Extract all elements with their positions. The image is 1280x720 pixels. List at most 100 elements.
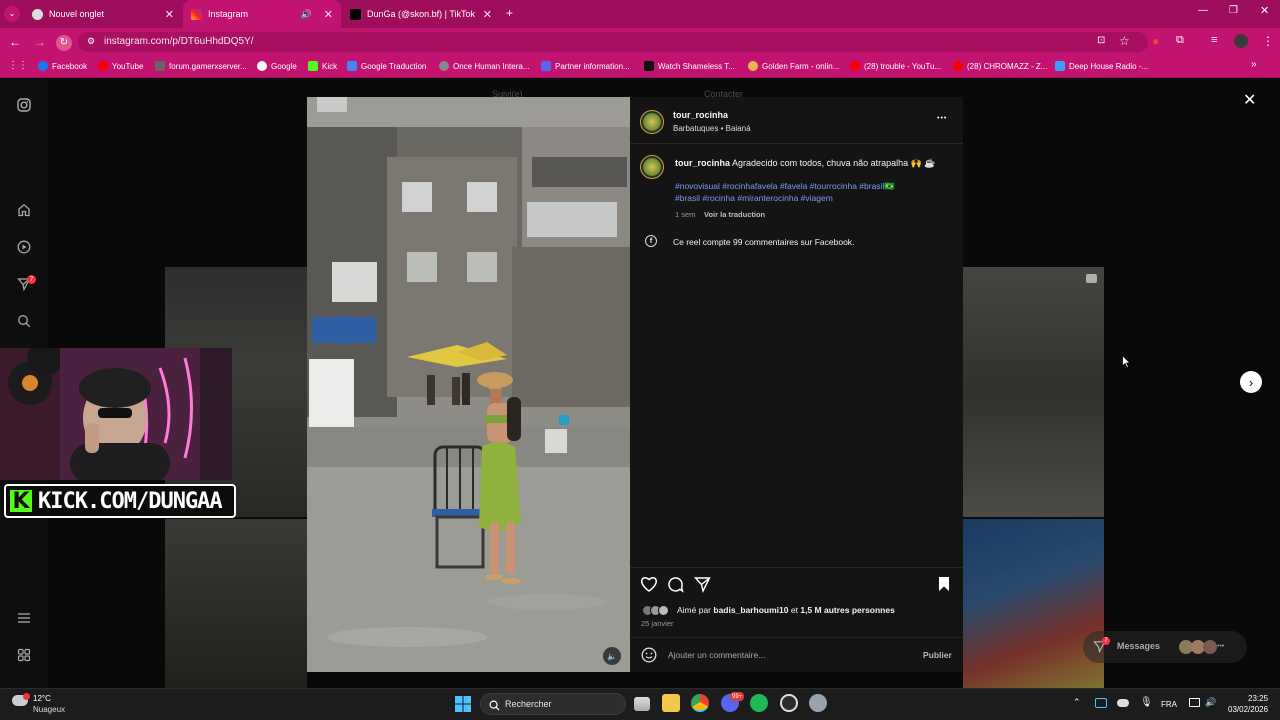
comment-input[interactable]: Ajouter un commentaire...	[668, 650, 765, 660]
youtube-icon	[98, 61, 108, 71]
comment-bubble-icon[interactable]	[667, 576, 684, 598]
golden-farm-icon	[748, 61, 758, 71]
bookmark-shameless[interactable]: Watch Shameless T...	[644, 61, 735, 71]
comment-divider	[630, 637, 963, 638]
emoji-picker-icon[interactable]	[641, 647, 657, 668]
header-divider	[630, 143, 963, 144]
instagram-logo-icon[interactable]	[16, 97, 32, 113]
settings-icon[interactable]	[809, 694, 827, 712]
more-apps-icon[interactable]	[16, 647, 32, 663]
media-control-icon[interactable]: ≡	[1211, 35, 1217, 46]
search-icon[interactable]	[16, 313, 32, 329]
bookmark-kick[interactable]: Kick	[308, 61, 337, 71]
profile-avatar[interactable]	[1234, 34, 1248, 48]
bookmark-forum[interactable]: forum.gamerxserver...	[155, 61, 247, 71]
bookmark-label: (28) CHROMAZZ - Z...	[967, 61, 1048, 71]
close-icon[interactable]: ✕	[324, 8, 333, 21]
menu-icon[interactable]: ⋮	[1262, 35, 1274, 47]
tray-onedrive-icon[interactable]	[1117, 699, 1129, 707]
bookmark-partner[interactable]: Partner information...	[541, 61, 630, 71]
bookmark-trouble-youtube[interactable]: (28) trouble - YouTu...	[850, 61, 941, 71]
close-icon[interactable]: ✕	[483, 8, 492, 21]
tab-search-button[interactable]: ⌄	[4, 6, 20, 22]
weather-widget[interactable]: 12°C Nuageux	[12, 692, 82, 716]
next-post-button[interactable]: ›	[1240, 371, 1262, 393]
bookmark-chromazz[interactable]: (28) CHROMAZZ - Z...	[953, 61, 1047, 71]
taskbar-search[interactable]: Rechercher	[480, 693, 626, 715]
caption-hashtags-2[interactable]: #brasil #rocinha #miranterocinha #viagem	[675, 193, 833, 203]
more-bookmarks-icon[interactable]: »	[1251, 60, 1257, 70]
site-info-icon[interactable]: ⚙	[87, 37, 95, 46]
tab-instagram[interactable]: Instagram 🔊 ✕	[183, 0, 341, 28]
extensions-puzzle-icon[interactable]: ⧉	[1176, 35, 1184, 46]
more-options-icon[interactable]: •••	[937, 115, 947, 122]
back-button[interactable]: ←	[9, 36, 21, 48]
reload-button[interactable]: ↻	[56, 35, 72, 51]
install-app-icon[interactable]: ⊡	[1097, 36, 1105, 46]
messages-label: Messages	[1117, 641, 1161, 651]
globe-icon	[32, 8, 43, 20]
tray-microphone-icon[interactable]: 🎙	[1140, 697, 1153, 708]
obs-icon[interactable]	[780, 694, 798, 712]
post-audio-location[interactable]: Barbatuques • Baianá	[673, 124, 751, 133]
bookmark-google[interactable]: Google	[257, 61, 297, 71]
bookmark-label: Deep House Radio -...	[1069, 61, 1149, 71]
tray-display-icon[interactable]	[1189, 698, 1200, 707]
bookmark-youtube[interactable]: YouTube	[98, 61, 143, 71]
bookmark-label: Once Human Intera...	[453, 61, 530, 71]
author-username[interactable]: tour_rocinha	[673, 110, 728, 120]
mouse-cursor	[1122, 354, 1131, 373]
bookmark-once-human[interactable]: Once Human Intera...	[439, 61, 529, 71]
reels-icon[interactable]	[16, 239, 32, 255]
liked-by-user[interactable]: badis_barhoumi10	[713, 605, 788, 615]
minimize-button[interactable]: —	[1198, 6, 1208, 16]
bookmark-deep-house[interactable]: Deep House Radio -...	[1055, 61, 1148, 71]
caption-avatar[interactable]	[640, 155, 664, 179]
new-tab-button[interactable]: +	[506, 7, 513, 19]
volume-icon[interactable]: 🔊	[1205, 697, 1216, 708]
show-hidden-icons[interactable]: ⌃	[1073, 697, 1081, 708]
reel-video[interactable]: 🔈	[307, 97, 630, 672]
apps-grid-icon[interactable]: ⋮⋮	[8, 61, 28, 71]
clock-date[interactable]: 03/02/2026	[1228, 705, 1268, 714]
hamburger-menu-icon[interactable]	[16, 610, 32, 626]
restore-button[interactable]: ❐	[1229, 6, 1238, 16]
task-view-icon[interactable]	[634, 697, 650, 711]
forward-button[interactable]: →	[34, 36, 46, 48]
close-icon[interactable]: ✕	[165, 8, 174, 21]
post-date: 25 janvier	[641, 619, 674, 628]
translate-link[interactable]: Voir la traduction	[704, 210, 765, 219]
once-human-icon	[439, 61, 449, 71]
url-text[interactable]: instagram.com/p/DT6uHhdDQ5Y/	[104, 36, 254, 47]
tray-sync-icon[interactable]	[1095, 698, 1107, 708]
messages-pill[interactable]: 7 Messages •••	[1083, 631, 1247, 663]
bookmark-star-icon[interactable]: ☆	[1119, 35, 1130, 47]
chrome-icon[interactable]	[691, 694, 709, 712]
webcam-illustration	[0, 348, 232, 480]
liked-by-others[interactable]: 1,5 M autres personnes	[800, 605, 894, 615]
bookmark-facebook[interactable]: Facebook	[38, 61, 87, 71]
close-modal-icon[interactable]: ✕	[1243, 90, 1256, 110]
bookmark-google-traduction[interactable]: Google Traduction	[347, 61, 426, 71]
keyboard-language[interactable]: FRA	[1161, 700, 1177, 709]
home-icon[interactable]	[16, 202, 32, 218]
youtube-icon	[850, 61, 860, 71]
save-bookmark-icon[interactable]	[938, 576, 950, 597]
caption-username[interactable]: tour_rocinha	[675, 158, 730, 168]
spotify-icon[interactable]	[750, 694, 768, 712]
extension-icon[interactable]: ●	[1152, 35, 1159, 47]
clock-time[interactable]: 23:25	[1248, 694, 1268, 703]
speaker-icon[interactable]: 🔊	[301, 9, 312, 20]
like-heart-icon[interactable]	[640, 576, 658, 597]
publish-button[interactable]: Publier	[923, 650, 952, 660]
bookmark-golden-farm[interactable]: Golden Farm - onlin...	[748, 61, 839, 71]
author-avatar[interactable]	[640, 110, 664, 134]
file-explorer-icon[interactable]	[662, 694, 680, 712]
tab-tiktok[interactable]: DunGa (@skon.bf) | TikTok ✕	[342, 0, 500, 28]
share-paper-plane-icon[interactable]	[693, 576, 711, 598]
start-button[interactable]	[455, 696, 471, 712]
mute-toggle-icon[interactable]: 🔈	[603, 647, 621, 665]
caption-hashtags-1[interactable]: #novovisual #rocinhafavela #favela #tour…	[675, 181, 895, 192]
tab-new-tab[interactable]: Nouvel onglet ✕	[24, 0, 182, 28]
close-window-button[interactable]: ✕	[1260, 6, 1269, 17]
